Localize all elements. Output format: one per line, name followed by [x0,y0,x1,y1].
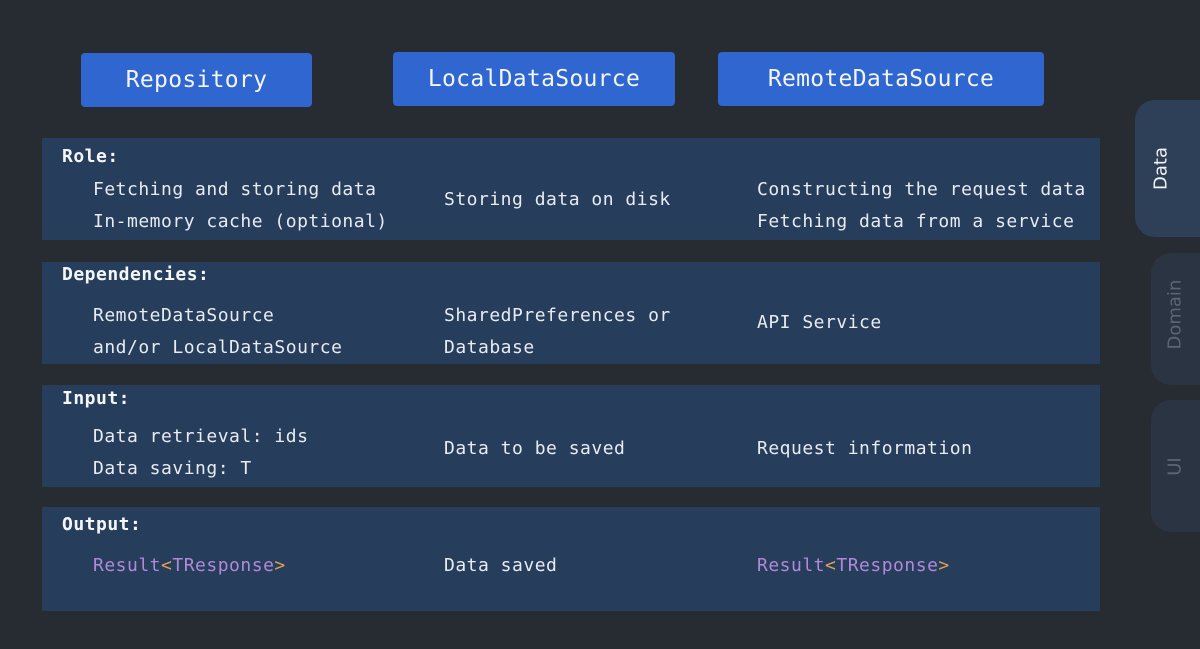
dependencies-remote-cell: API Service [757,307,882,339]
output-remote-cell: Result<TResponse> [757,550,950,582]
tab-ui[interactable]: UI [1151,400,1200,532]
repository-header: Repository [81,53,312,107]
remote-data-source-header: RemoteDataSource [718,52,1044,106]
generic-close-bracket: > [274,555,286,576]
input-repository-cell: Data retrieval: ids Data saving: T [93,421,308,485]
role-local-line: Storing data on disk [444,189,671,210]
input-remote-line: Request information [757,438,973,459]
tab-domain[interactable]: Domain [1151,253,1200,385]
input-title: Input: [62,388,131,409]
tab-domain-label: Domain [1164,279,1186,349]
role-repository-cell: Fetching and storing data In-memory cach… [93,174,388,238]
input-repository-line: Data retrieval: ids [93,426,309,447]
output-local-line: Data saved [444,555,558,576]
role-remote-line: Constructing the request data [757,179,1086,200]
result-type-text: Result [93,555,162,576]
result-param-text: TResponse [172,555,275,576]
role-local-cell: Storing data on disk [444,184,671,216]
input-repository-line: Data saving: T [93,458,252,479]
output-local-cell: Data saved [444,550,557,582]
tab-ui-label: UI [1164,456,1186,476]
role-title: Role: [62,146,119,167]
generic-open-bracket: < [161,555,173,576]
dependencies-repository-line: and/or LocalDataSource [93,337,343,358]
dependencies-row: Dependencies: RemoteDataSource and/or Lo… [42,262,1100,364]
local-data-source-header: LocalDataSource [393,52,675,106]
output-title: Output: [62,514,142,535]
dependencies-title: Dependencies: [62,264,210,285]
dependencies-local-cell: SharedPreferences or Database [444,300,671,364]
output-row: Output: Result<TResponse> Data saved Res… [42,507,1100,611]
dependencies-local-line: SharedPreferences or [444,305,671,326]
dependencies-repository-line: RemoteDataSource [93,305,275,326]
generic-open-bracket: < [825,555,837,576]
output-repository-cell: Result<TResponse> [93,550,286,582]
role-row: Role: Fetching and storing data In-memor… [42,138,1100,240]
tab-data[interactable]: Data [1135,100,1200,237]
role-remote-cell: Constructing the request data Fetching d… [757,174,1086,238]
input-local-line: Data to be saved [444,438,626,459]
dependencies-repository-cell: RemoteDataSource and/or LocalDataSource [93,300,342,364]
role-repository-line: Fetching and storing data [93,179,377,200]
dependencies-local-line: Database [444,337,535,358]
generic-close-bracket: > [938,555,950,576]
input-row: Input: Data retrieval: ids Data saving: … [42,385,1100,487]
result-param-text: TResponse [836,555,939,576]
role-remote-line: Fetching data from a service [757,211,1075,232]
input-local-cell: Data to be saved [444,433,625,465]
tab-data-label: Data [1150,147,1172,190]
input-remote-cell: Request information [757,433,972,465]
dependencies-remote-line: API Service [757,312,882,333]
result-type-text: Result [757,555,826,576]
role-repository-line: In-memory cache (optional) [93,211,388,232]
